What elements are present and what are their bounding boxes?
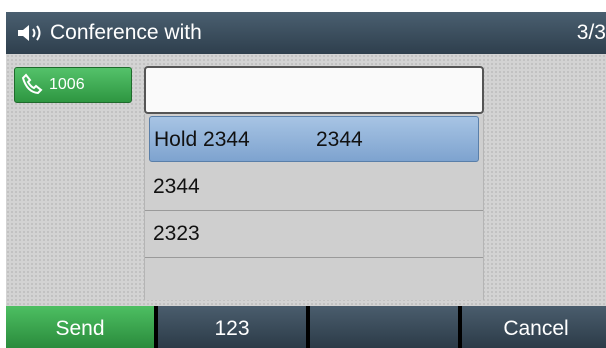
item-name: Hold 2344 (154, 128, 250, 151)
number-input[interactable] (144, 66, 484, 114)
list-item[interactable]: 2323 (145, 211, 483, 257)
item-name: 2323 (153, 222, 200, 245)
page-count: 3/3 (576, 21, 606, 44)
numeric-mode-softkey[interactable]: 123 (158, 306, 306, 348)
list-item[interactable]: Hold 2344 2344 (149, 116, 479, 162)
line-key-label: 1006 (49, 76, 85, 93)
page-title: Conference with (50, 21, 202, 44)
phone-screen: Conference with 3/3 1006 Hold 2344 2344 … (6, 12, 606, 348)
title-bar: Conference with 3/3 (6, 12, 606, 54)
speaker-icon (18, 25, 41, 41)
list-item[interactable]: 2344 (145, 164, 483, 210)
contact-list: Hold 2344 2344 2344 2323 (144, 114, 484, 300)
line-key-1006[interactable]: 1006 (14, 67, 132, 103)
phone-handset-icon (21, 73, 43, 95)
item-name: 2344 (153, 175, 200, 198)
item-number: 2344 (316, 128, 363, 151)
empty-softkey[interactable] (310, 306, 458, 348)
send-softkey[interactable]: Send (6, 306, 154, 348)
softkey-bar: Send 123 Cancel (6, 306, 606, 348)
cancel-softkey[interactable]: Cancel (462, 306, 606, 348)
list-divider (145, 257, 483, 258)
